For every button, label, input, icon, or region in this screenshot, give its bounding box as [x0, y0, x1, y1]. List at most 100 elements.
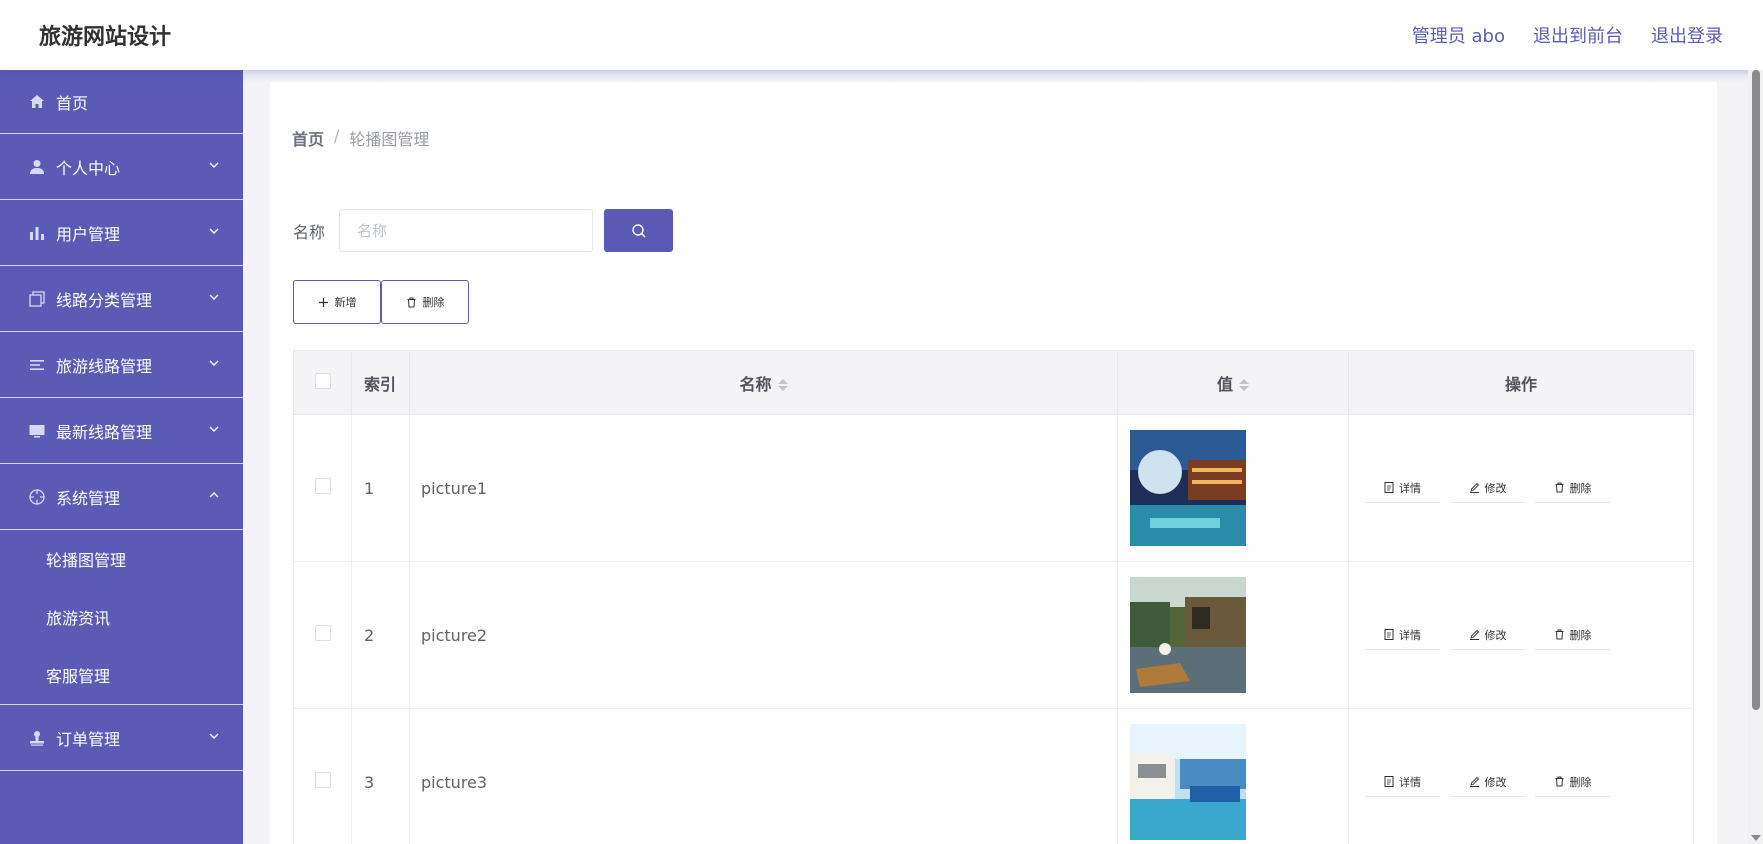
header-name[interactable]: 名称 — [409, 350, 1118, 415]
row-name: picture2 — [409, 561, 1118, 709]
scrollbar-thumb[interactable] — [1752, 70, 1760, 710]
sidebar-subitem-carousel[interactable]: 轮播图管理 — [0, 530, 243, 588]
header-select-all[interactable] — [293, 350, 352, 415]
document-icon — [1384, 482, 1394, 493]
sidebar-item-orders[interactable]: 订单管理 — [0, 705, 243, 771]
search-label: 名称 — [293, 222, 326, 242]
delete-button[interactable]: 删除 — [1535, 473, 1610, 503]
monitor-icon — [28, 422, 46, 440]
delete-button[interactable]: 删除 — [1535, 767, 1610, 797]
stamp-icon — [28, 729, 46, 747]
sidebar-subitem-news[interactable]: 旅游资讯 — [0, 588, 243, 646]
sidebar-item-label: 首页 — [56, 93, 89, 113]
breadcrumb-home[interactable]: 首页 — [292, 126, 324, 150]
search-button[interactable] — [604, 209, 674, 252]
page-scrollbar[interactable] — [1748, 70, 1763, 844]
sidebar-item-label: 系统管理 — [56, 488, 121, 508]
sidebar-item-label: 订单管理 — [56, 729, 121, 749]
sidebar-item-label: 最新线路管理 — [56, 422, 153, 442]
header-value-label: 值 — [1216, 374, 1233, 394]
name-search-input[interactable] — [339, 209, 594, 252]
sidebar-item-profile[interactable]: 个人中心 — [0, 134, 243, 200]
trash-icon — [1555, 776, 1563, 787]
action-bar: 新增 删除 — [293, 280, 469, 324]
row-checkbox[interactable] — [314, 478, 331, 494]
sort-icon[interactable] — [777, 379, 788, 391]
content-card: 名称 新增 删除 索引 名称 值 操作 — [270, 185, 1717, 844]
sidebar-subitem-customer-service[interactable]: 客服管理 — [0, 646, 243, 704]
header-shadow — [243, 70, 1748, 82]
table-row: 2 picture2 详情 修改 删除 — [293, 561, 1694, 709]
sidebar-item-system[interactable]: 系统管理 — [0, 464, 243, 530]
scroll-down-arrow[interactable] — [1751, 835, 1761, 841]
main-content: 首页 / 轮播图管理 名称 新增 删除 — [243, 70, 1748, 844]
row-index: 3 — [351, 708, 410, 844]
edit-icon — [1469, 482, 1479, 493]
sidebar-item-home[interactable]: 首页 — [0, 70, 243, 134]
header-value[interactable]: 值 — [1117, 350, 1349, 415]
trash-icon — [1555, 482, 1563, 493]
crosshair-icon — [28, 488, 46, 506]
header-name-label: 名称 — [739, 374, 772, 394]
table-header-row: 索引 名称 值 操作 — [293, 350, 1694, 415]
top-links: 管理员 abo 退出到前台 退出登录 — [1412, 22, 1723, 48]
carousel-image-thumbnail — [1130, 724, 1246, 840]
system-submenu: 轮播图管理 旅游资讯 客服管理 — [0, 530, 243, 705]
breadcrumb-separator: / — [334, 126, 340, 145]
delete-button[interactable]: 删除 — [1535, 620, 1610, 650]
header-ops: 操作 — [1348, 350, 1694, 415]
chevron-down-icon — [209, 228, 219, 234]
logout-link[interactable]: 退出登录 — [1651, 22, 1723, 48]
sidebar-item-latest-routes[interactable]: 最新线路管理 — [0, 398, 243, 464]
detail-button[interactable]: 详情 — [1365, 767, 1440, 797]
sidebar-item-label: 个人中心 — [56, 158, 121, 178]
chevron-down-icon — [209, 426, 219, 432]
bar-chart-icon — [28, 224, 46, 242]
sidebar-item-tour-routes[interactable]: 旅游线路管理 — [0, 332, 243, 398]
chevron-down-icon — [209, 162, 219, 168]
delete-label: 删除 — [1569, 481, 1592, 495]
edit-label: 修改 — [1484, 775, 1507, 789]
site-title: 旅游网站设计 — [39, 25, 172, 50]
edit-button[interactable]: 修改 — [1450, 767, 1525, 797]
user-icon — [28, 158, 46, 176]
edit-icon — [1469, 776, 1479, 787]
copy-icon — [28, 290, 46, 308]
edit-icon — [1469, 629, 1479, 640]
edit-button[interactable]: 修改 — [1450, 473, 1525, 503]
sidebar-item-users[interactable]: 用户管理 — [0, 200, 243, 266]
carousel-image-thumbnail — [1130, 577, 1246, 693]
batch-delete-button[interactable]: 删除 — [381, 280, 469, 324]
header-index: 索引 — [351, 350, 410, 415]
select-all-checkbox[interactable] — [314, 372, 331, 389]
admin-user-link[interactable]: 管理员 abo — [1412, 22, 1505, 48]
detail-button[interactable]: 详情 — [1365, 620, 1440, 650]
sidebar-item-route-category[interactable]: 线路分类管理 — [0, 266, 243, 332]
sidebar: 首页 个人中心 用户管理 线路分类管理 旅游线路管理 最新线路管理 系统管理 轮… — [0, 70, 243, 844]
row-actions: 详情 修改 删除 — [1365, 620, 1693, 650]
carousel-image-thumbnail — [1130, 430, 1246, 546]
chevron-down-icon — [209, 360, 219, 366]
breadcrumb-current: 轮播图管理 — [349, 130, 430, 149]
trash-icon — [407, 297, 415, 307]
edit-label: 修改 — [1484, 481, 1507, 495]
detail-button[interactable]: 详情 — [1365, 473, 1440, 503]
breadcrumb: 首页 / 轮播图管理 — [292, 126, 429, 150]
top-bar: 旅游网站设计 管理员 abo 退出到前台 退出登录 — [0, 0, 1763, 70]
home-icon — [28, 93, 46, 111]
exit-to-front-link[interactable]: 退出到前台 — [1533, 22, 1623, 48]
sidebar-item-label: 旅游线路管理 — [56, 356, 153, 376]
search-icon — [631, 223, 646, 237]
edit-button[interactable]: 修改 — [1450, 620, 1525, 650]
list-icon — [28, 356, 46, 374]
document-icon — [1384, 776, 1394, 787]
sidebar-item-label: 用户管理 — [56, 224, 121, 244]
add-button[interactable]: 新增 — [293, 280, 381, 324]
sort-icon[interactable] — [1239, 379, 1249, 391]
row-index: 2 — [351, 561, 410, 709]
row-checkbox[interactable] — [314, 625, 331, 641]
row-checkbox[interactable] — [314, 772, 331, 788]
edit-label: 修改 — [1484, 628, 1507, 642]
chevron-down-icon — [209, 733, 219, 739]
row-name: picture3 — [409, 708, 1118, 844]
